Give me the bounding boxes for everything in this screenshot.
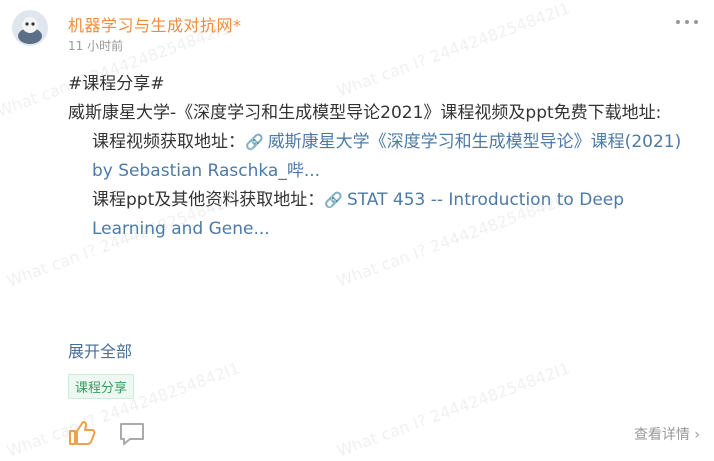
avatar[interactable]	[12, 10, 48, 46]
post-content: #课程分享# 威斯康星大学-《深度学习和生成模型导论2021》课程视频及ppt免…	[68, 70, 698, 287]
video-label: 课程视频获取地址：	[92, 132, 245, 152]
watermark: What can I? 2444248254842I1	[334, 358, 573, 461]
link-icon: 🔗	[324, 191, 343, 209]
truncated-text	[68, 273, 698, 287]
post-time: 11 小时前	[68, 39, 124, 53]
comment-icon[interactable]	[118, 421, 146, 447]
hashtag[interactable]: #课程分享#	[68, 70, 698, 99]
avatar-image	[12, 10, 48, 46]
view-details-link[interactable]: 查看详情 ›	[634, 424, 700, 444]
link-icon: 🔗	[245, 133, 264, 151]
expand-all-button[interactable]: 展开全部	[68, 338, 132, 362]
ppt-line: 课程ppt及其他资料获取地址：🔗 STAT 453 -- Introduction…	[68, 186, 698, 244]
post-title: 威斯康星大学-《深度学习和生成模型导论2021》课程视频及ppt免费下载地址:	[68, 103, 662, 123]
topic-tag[interactable]: 课程分享	[68, 374, 135, 399]
author-name[interactable]: 机器学习与生成对抗网*	[68, 12, 242, 36]
like-icon[interactable]	[68, 420, 96, 446]
ppt-label: 课程ppt及其他资料获取地址：	[92, 190, 325, 210]
more-icon[interactable]	[676, 14, 698, 30]
video-line: 课程视频获取地址：🔗 威斯康星大学《深度学习和生成模型导论》课程(2021) by…	[68, 128, 698, 186]
